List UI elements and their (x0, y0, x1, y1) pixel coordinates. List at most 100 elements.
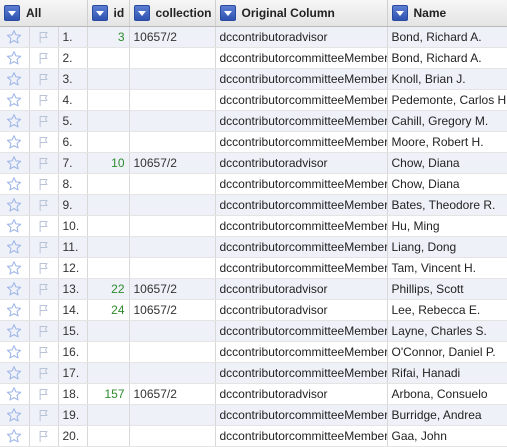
flag-icon[interactable] (37, 240, 51, 254)
cell-id[interactable]: 157 (87, 383, 130, 405)
cell-original-column[interactable]: dccontributorcommitteeMember (215, 89, 388, 111)
cell-name[interactable]: Arbona, Consuelo (387, 383, 507, 405)
star-icon[interactable] (6, 113, 22, 129)
cell-id[interactable] (87, 341, 130, 363)
flag-toggle[interactable] (29, 68, 59, 90)
flag-icon[interactable] (37, 198, 51, 212)
flag-toggle[interactable] (29, 320, 59, 342)
flag-icon[interactable] (37, 324, 51, 338)
cell-original-column[interactable]: dccontributoradvisor (215, 26, 388, 48)
star-toggle[interactable] (0, 131, 30, 153)
star-icon[interactable] (6, 386, 22, 402)
star-toggle[interactable] (0, 47, 30, 69)
cell-name[interactable]: Bates, Theodore R. (387, 194, 507, 216)
cell-id[interactable]: 22 (87, 278, 130, 300)
star-toggle[interactable] (0, 383, 30, 405)
star-icon[interactable] (6, 239, 22, 255)
cell-original-column[interactable]: dccontributorcommitteeMember (215, 131, 388, 153)
cell-name[interactable]: Liang, Dong (387, 236, 507, 258)
star-toggle[interactable] (0, 89, 30, 111)
flag-toggle[interactable] (29, 89, 59, 111)
cell-original-column[interactable]: dccontributorcommitteeMember (215, 341, 388, 363)
flag-icon[interactable] (37, 156, 51, 170)
star-toggle[interactable] (0, 152, 30, 174)
chevron-down-icon[interactable] (91, 5, 108, 21)
star-toggle[interactable] (0, 278, 30, 300)
flag-icon[interactable] (37, 303, 51, 317)
star-icon[interactable] (6, 155, 22, 171)
cell-collection[interactable] (129, 341, 216, 363)
cell-original-column[interactable]: dccontributorcommitteeMember (215, 173, 388, 195)
cell-name[interactable]: Rifai, Hanadi (387, 362, 507, 384)
cell-id[interactable] (87, 68, 130, 90)
column-header-collection[interactable]: collection (129, 0, 216, 27)
cell-original-column[interactable]: dccontributoradvisor (215, 383, 388, 405)
cell-name[interactable]: Bond, Richard A. (387, 26, 507, 48)
flag-toggle[interactable] (29, 404, 59, 426)
cell-collection[interactable] (129, 215, 216, 237)
star-toggle[interactable] (0, 341, 30, 363)
star-toggle[interactable] (0, 362, 30, 384)
cell-collection[interactable] (129, 131, 216, 153)
column-header-name[interactable]: Name (387, 0, 507, 27)
cell-name[interactable]: O'Connor, Daniel P. (387, 341, 507, 363)
cell-id[interactable] (87, 131, 130, 153)
flag-toggle[interactable] (29, 278, 59, 300)
cell-name[interactable]: Chow, Diana (387, 152, 507, 174)
cell-id[interactable] (87, 194, 130, 216)
cell-original-column[interactable]: dccontributorcommitteeMember (215, 215, 388, 237)
cell-collection[interactable]: 10657/2 (129, 383, 216, 405)
star-icon[interactable] (6, 323, 22, 339)
cell-original-column[interactable]: dccontributorcommitteeMember (215, 425, 388, 447)
flag-icon[interactable] (37, 261, 51, 275)
star-toggle[interactable] (0, 173, 30, 195)
star-icon[interactable] (6, 407, 22, 423)
cell-collection[interactable] (129, 194, 216, 216)
cell-original-column[interactable]: dccontributorcommitteeMember (215, 257, 388, 279)
star-icon[interactable] (6, 344, 22, 360)
cell-collection[interactable] (129, 47, 216, 69)
flag-toggle[interactable] (29, 194, 59, 216)
star-icon[interactable] (6, 197, 22, 213)
flag-toggle[interactable] (29, 299, 59, 321)
star-toggle[interactable] (0, 425, 30, 447)
star-icon[interactable] (6, 134, 22, 150)
cell-original-column[interactable]: dccontributoradvisor (215, 152, 388, 174)
cell-original-column[interactable]: dccontributoradvisor (215, 278, 388, 300)
cell-name[interactable]: Bond, Richard A. (387, 47, 507, 69)
star-icon[interactable] (6, 71, 22, 87)
cell-name[interactable]: Chow, Diana (387, 173, 507, 195)
column-header-id[interactable]: id (87, 0, 130, 27)
star-toggle[interactable] (0, 236, 30, 258)
cell-collection[interactable] (129, 404, 216, 426)
flag-toggle[interactable] (29, 131, 59, 153)
cell-name[interactable]: Pedemonte, Carlos H. (387, 89, 507, 111)
flag-toggle[interactable] (29, 341, 59, 363)
flag-toggle[interactable] (29, 425, 59, 447)
cell-name[interactable]: Burridge, Andrea (387, 404, 507, 426)
cell-name[interactable]: Moore, Robert H. (387, 131, 507, 153)
cell-id[interactable] (87, 425, 130, 447)
star-icon[interactable] (6, 365, 22, 381)
cell-original-column[interactable]: dccontributorcommitteeMember (215, 47, 388, 69)
flag-toggle[interactable] (29, 236, 59, 258)
star-toggle[interactable] (0, 404, 30, 426)
chevron-down-icon[interactable] (4, 5, 20, 21)
cell-collection[interactable]: 10657/2 (129, 299, 216, 321)
cell-collection[interactable] (129, 68, 216, 90)
cell-name[interactable]: Cahill, Gregory M. (387, 110, 507, 132)
star-toggle[interactable] (0, 110, 30, 132)
star-toggle[interactable] (0, 194, 30, 216)
flag-icon[interactable] (37, 429, 51, 443)
flag-toggle[interactable] (29, 110, 59, 132)
flag-icon[interactable] (37, 30, 51, 44)
cell-id[interactable] (87, 362, 130, 384)
flag-toggle[interactable] (29, 26, 59, 48)
cell-collection[interactable]: 10657/2 (129, 278, 216, 300)
star-icon[interactable] (6, 29, 22, 45)
flag-icon[interactable] (37, 177, 51, 191)
cell-id[interactable]: 3 (87, 26, 130, 48)
cell-id[interactable] (87, 320, 130, 342)
flag-icon[interactable] (37, 114, 51, 128)
star-icon[interactable] (6, 260, 22, 276)
